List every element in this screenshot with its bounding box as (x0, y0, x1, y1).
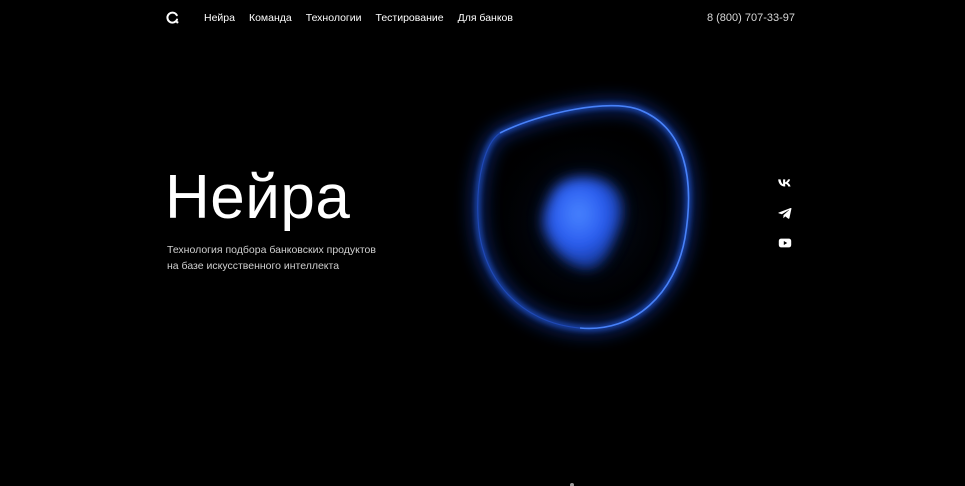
youtube-icon[interactable] (777, 236, 793, 250)
nav-item-technologies[interactable]: Технологии (306, 12, 362, 25)
phone-link[interactable]: 8 (800) 707-33-97 (707, 12, 795, 25)
vk-icon[interactable] (777, 176, 793, 190)
glowing-orb-illustration (460, 88, 720, 358)
hero-subtitle-line-1: Технология подбора банковских продуктов (167, 244, 376, 256)
social-links (777, 176, 795, 266)
hero-subtitle-line-2: на базе искусственного интеллекта (167, 260, 340, 272)
nav-item-neira[interactable]: Нейра (204, 12, 235, 25)
hero-subtitle: Технология подбора банковских продуктов … (167, 242, 427, 274)
nav-item-testing[interactable]: Тестирование (376, 12, 444, 25)
logo-icon[interactable] (166, 11, 179, 24)
site-header: Нейра Команда Технологии Тестирование Дл… (0, 0, 965, 36)
telegram-icon[interactable] (777, 206, 793, 220)
nav-item-for-banks[interactable]: Для банков (458, 12, 513, 25)
main-nav: Нейра Команда Технологии Тестирование Дл… (204, 12, 513, 25)
hero-title: Нейра (165, 163, 351, 232)
nav-item-team[interactable]: Команда (249, 12, 292, 25)
